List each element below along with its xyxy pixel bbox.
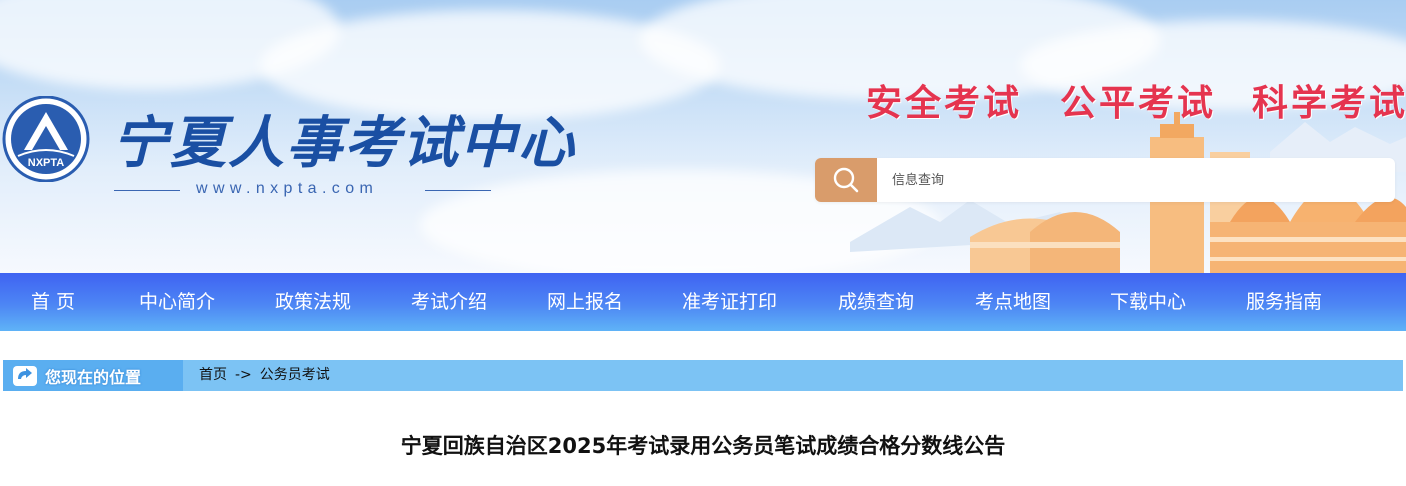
breadcrumb: 您现在的位置 首页 -> 公务员考试 <box>3 360 1403 391</box>
nav-item-score-query[interactable]: 成绩查询 <box>838 273 914 331</box>
site-url: www.nxpta.com <box>196 180 379 197</box>
nav-item-downloads[interactable]: 下载中心 <box>1110 273 1186 331</box>
nav-item-policies[interactable]: 政策法规 <box>275 273 351 331</box>
breadcrumb-separator: -> <box>235 367 252 383</box>
nav-item-about[interactable]: 中心简介 <box>139 273 215 331</box>
breadcrumb-home-link[interactable]: 首页 <box>199 367 227 383</box>
nav-item-online-registration[interactable]: 网上报名 <box>547 273 623 331</box>
url-divider <box>425 190 491 191</box>
nxpta-logo: NXPTA <box>2 96 90 182</box>
article-title: 宁夏回族自治区2025年考试录用公务员笔试成绩合格分数线公告 <box>400 434 1006 458</box>
header-banner: NXPTA 宁夏人事考试中心 www.nxpta.com 安全考试 公平考试 科… <box>0 0 1406 273</box>
breadcrumb-label: 您现在的位置 <box>45 367 142 387</box>
breadcrumb-current-link[interactable]: 公务员考试 <box>260 367 330 383</box>
main-nav: 首 页 中心简介 政策法规 考试介绍 网上报名 准考证打印 成绩查询 考点地图 … <box>0 273 1406 331</box>
url-divider <box>114 190 180 191</box>
nav-item-exam-site-map[interactable]: 考点地图 <box>975 273 1051 331</box>
logo-text: NXPTA <box>28 157 65 169</box>
search-box <box>815 158 1395 202</box>
search-input[interactable] <box>877 158 1357 202</box>
location-arrow-icon <box>13 365 37 386</box>
nav-item-admission-ticket[interactable]: 准考证打印 <box>682 273 777 331</box>
nav-item-service-guide[interactable]: 服务指南 <box>1246 273 1322 331</box>
nav-item-exam-intro[interactable]: 考试介绍 <box>411 273 487 331</box>
nav-item-home[interactable]: 首 页 <box>31 273 75 331</box>
site-name: 宁夏人事考试中心 <box>112 110 576 176</box>
search-button[interactable] <box>815 158 877 202</box>
breadcrumb-label-box: 您现在的位置 <box>3 360 183 391</box>
breadcrumb-path: 首页 -> 公务员考试 <box>199 360 330 391</box>
search-icon <box>833 167 859 193</box>
